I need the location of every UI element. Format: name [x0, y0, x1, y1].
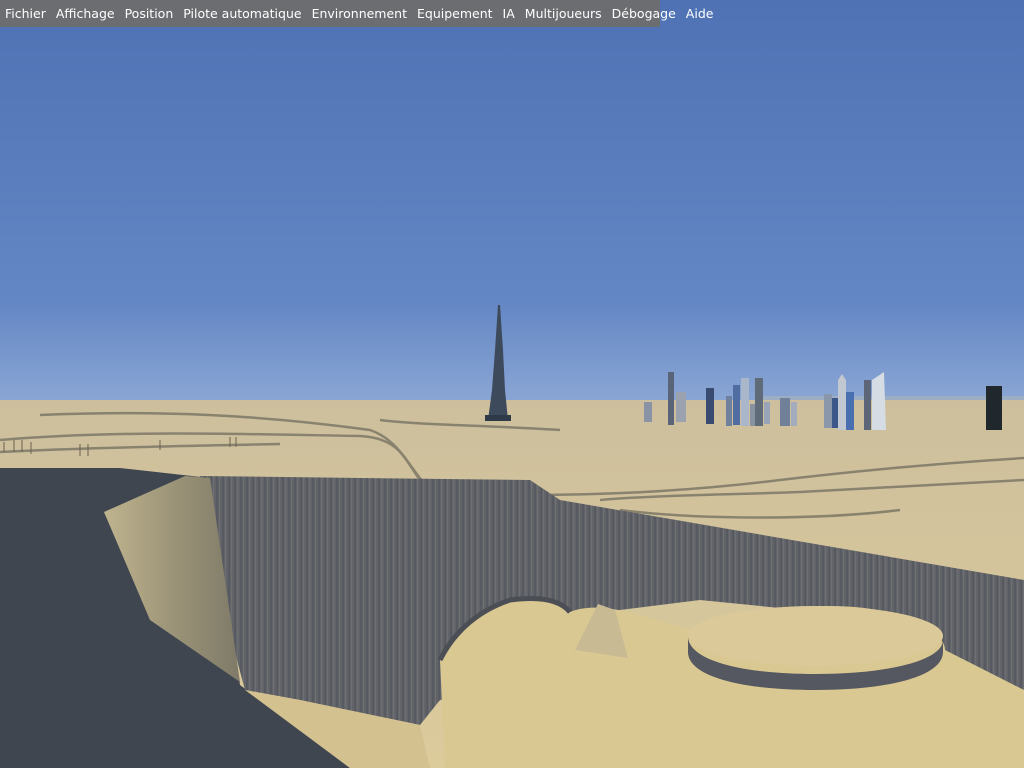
- menu-environnement[interactable]: Environnement: [307, 0, 412, 27]
- menu-affichage[interactable]: Affichage: [51, 0, 120, 27]
- menu-debogage[interactable]: Débogage: [607, 0, 681, 27]
- menu-aide[interactable]: Aide: [681, 0, 719, 27]
- menu-pilote-automatique[interactable]: Pilote automatique: [178, 0, 306, 27]
- sky: [0, 0, 1024, 402]
- 3d-scene-view[interactable]: [0, 0, 1024, 768]
- menu-equipement[interactable]: Equipement: [412, 0, 498, 27]
- menu-position[interactable]: Position: [120, 0, 179, 27]
- menu-multijoueurs[interactable]: Multijoueurs: [520, 0, 607, 27]
- menu-ia[interactable]: IA: [498, 0, 520, 27]
- menu-fichier[interactable]: Fichier: [0, 0, 51, 27]
- menu-bar: Fichier Affichage Position Pilote automa…: [0, 0, 713, 27]
- round-platform: [687, 606, 943, 666]
- flight-sim-viewport[interactable]: Fichier Affichage Position Pilote automa…: [0, 0, 1024, 768]
